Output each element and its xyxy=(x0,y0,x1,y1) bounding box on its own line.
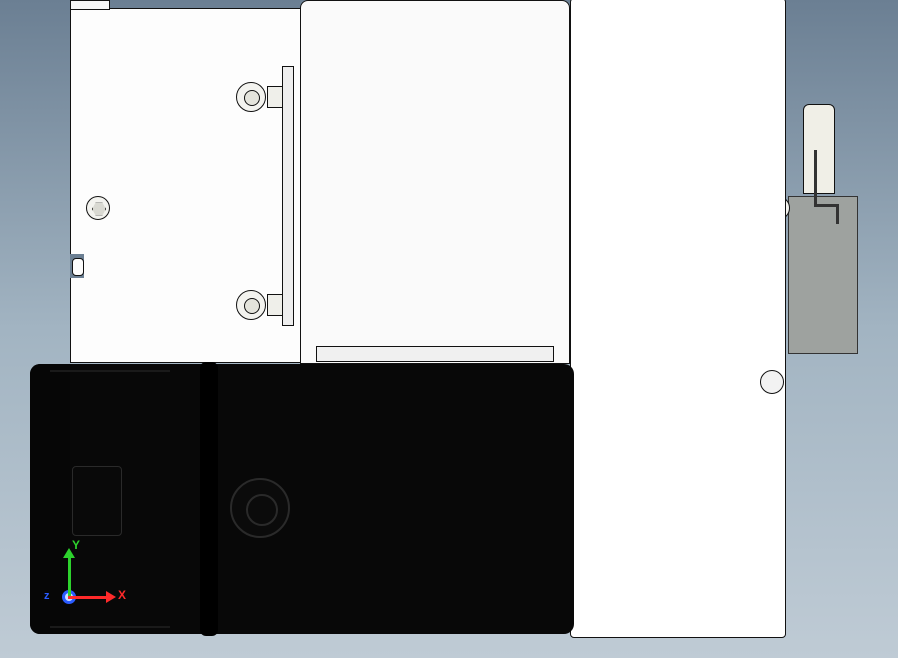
sensor-bracket xyxy=(803,104,835,194)
y-axis-label: Y xyxy=(72,538,80,552)
wire-segment xyxy=(814,204,838,207)
boss-mount xyxy=(267,294,283,316)
housing-tab-left xyxy=(70,0,110,10)
edge-line xyxy=(50,370,170,372)
hex-bolt-icon xyxy=(86,196,110,220)
motor-label-plate xyxy=(72,466,122,536)
view-orientation-triad[interactable]: Y X z xyxy=(48,538,128,618)
access-cover xyxy=(300,0,570,364)
boss-icon xyxy=(236,82,266,112)
edge-line xyxy=(50,626,170,628)
x-axis-label: X xyxy=(118,588,126,602)
bracket-rail xyxy=(282,66,294,326)
motor-clamp xyxy=(200,362,218,636)
front-panel xyxy=(570,0,786,638)
cover-lip xyxy=(316,346,554,362)
x-axis-icon xyxy=(68,596,108,599)
y-axis-icon xyxy=(68,558,71,598)
z-axis-label: z xyxy=(44,590,50,602)
boss-icon xyxy=(236,290,266,320)
wire-segment xyxy=(814,150,817,204)
round-feature xyxy=(760,370,784,394)
cad-viewport[interactable]: Y X z xyxy=(0,0,898,658)
boss-mount xyxy=(267,86,283,108)
housing-notch xyxy=(70,254,84,278)
x-axis-arrow-icon xyxy=(106,591,116,603)
mount-plate xyxy=(788,196,858,354)
motor-shaft-face xyxy=(230,478,290,538)
wire-segment xyxy=(836,204,839,224)
